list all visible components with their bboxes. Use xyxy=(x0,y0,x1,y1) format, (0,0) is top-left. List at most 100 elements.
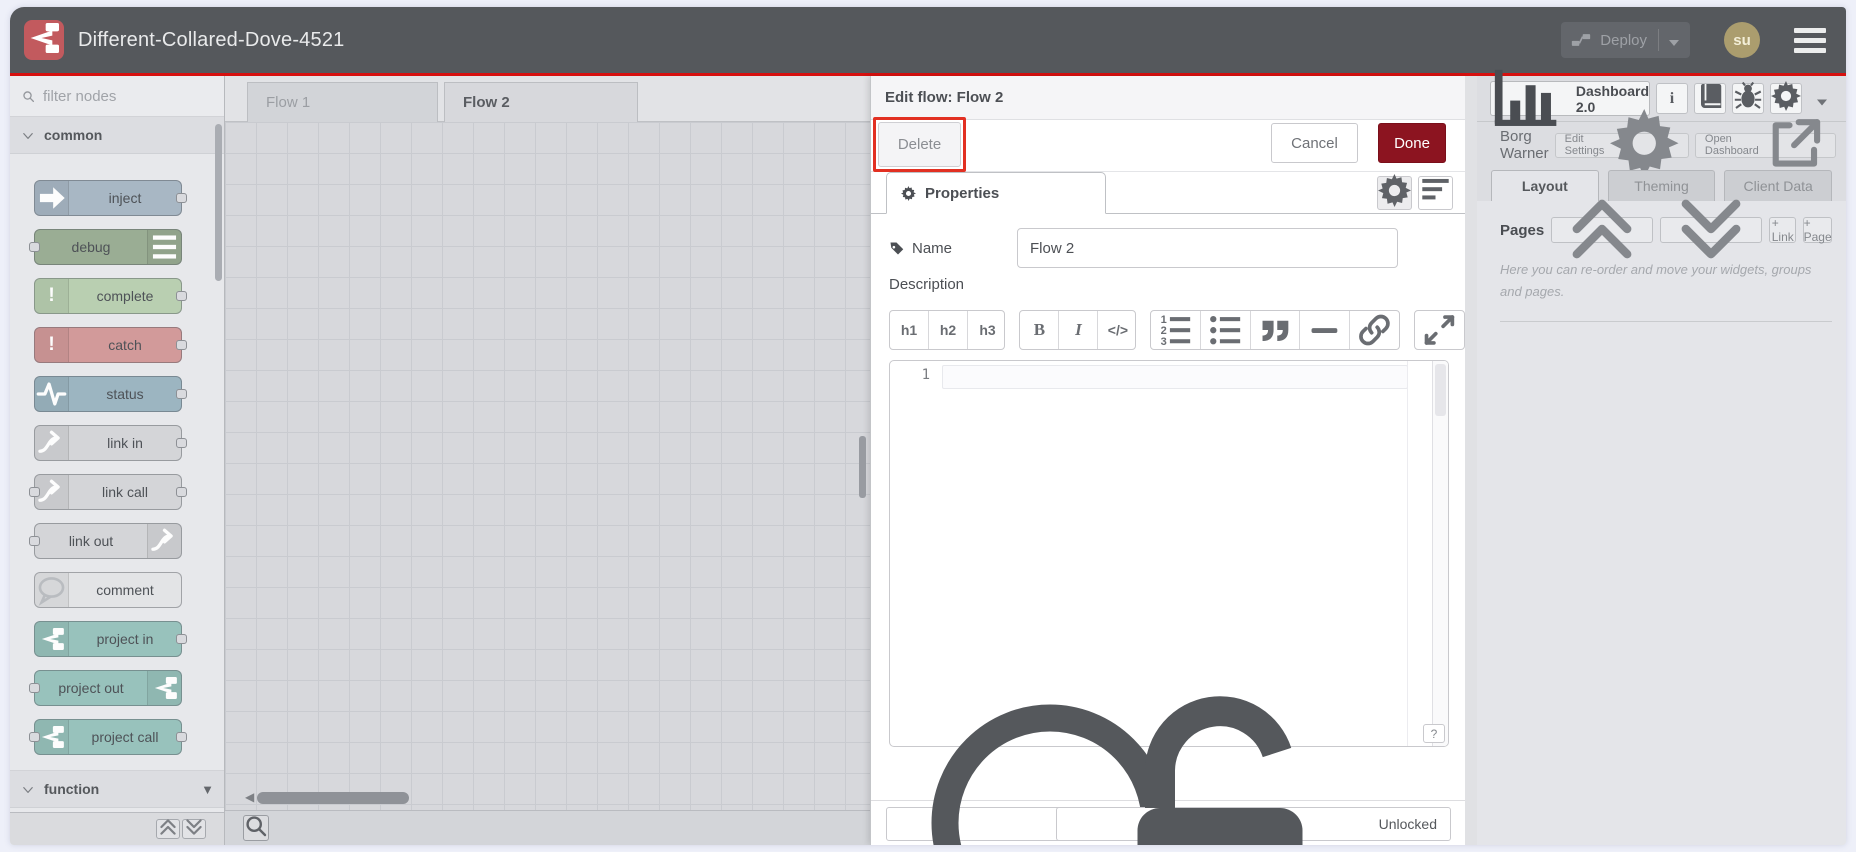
editor-scrollbar[interactable] xyxy=(1432,361,1448,746)
flow-canvas[interactable] xyxy=(225,122,870,810)
sidebar-resize-handle[interactable] xyxy=(1465,76,1477,845)
palette-node-label: link in xyxy=(107,435,143,451)
dialog-tab-row: Properties xyxy=(871,172,1465,214)
palette-node-link-call[interactable]: link call xyxy=(29,474,187,510)
pages-header: Pages + Link + Page xyxy=(1477,199,1846,258)
palette-filter-input[interactable]: filter nodes xyxy=(10,76,224,118)
palette-node-status[interactable]: status xyxy=(34,376,187,412)
palette-node-inject[interactable]: inject xyxy=(34,180,187,216)
gear-icon xyxy=(1771,81,1801,116)
palette-category-function[interactable]: function xyxy=(10,770,224,808)
done-button[interactable]: Done xyxy=(1378,123,1446,163)
node-output-port xyxy=(176,732,187,742)
category-label: function xyxy=(44,781,100,797)
editor-current-line xyxy=(942,365,1408,389)
h3-button[interactable]: h3 xyxy=(968,311,1004,349)
tray-resize-grip[interactable] xyxy=(859,436,866,498)
move-down-button[interactable] xyxy=(1660,199,1763,258)
node-output-port xyxy=(176,193,187,203)
palette-scrollbar-thumb[interactable] xyxy=(215,124,222,281)
scroll-left-icon[interactable]: ◀ xyxy=(245,791,254,804)
palette-node-catch[interactable]: ! catch xyxy=(34,327,187,363)
external-link-icon xyxy=(1765,113,1826,177)
move-up-button[interactable] xyxy=(1551,199,1654,258)
edit-settings-button[interactable]: Edit Settings xyxy=(1554,109,1689,178)
svg-text:3: 3 xyxy=(1160,336,1166,348)
quote-button[interactable] xyxy=(1251,311,1301,349)
editor-help-button[interactable]: ? xyxy=(1423,724,1445,743)
horizontal-scrollbar[interactable]: ◀ xyxy=(225,791,870,804)
main-content: filter nodes common inject debug ! complete… xyxy=(10,70,1846,845)
link-button[interactable] xyxy=(1350,311,1399,349)
bold-button[interactable]: B xyxy=(1020,311,1060,349)
expand-all-button[interactable] xyxy=(182,818,206,839)
zoom-reset-button[interactable] xyxy=(243,815,269,841)
palette-node-debug[interactable]: debug xyxy=(29,229,182,265)
info-icon: i xyxy=(1669,89,1675,107)
palette-node-project-call[interactable]: project call xyxy=(29,719,187,755)
palette-filter-placeholder: filter nodes xyxy=(43,88,117,105)
palette-category-common[interactable]: common xyxy=(10,116,224,154)
debug-tab-button[interactable] xyxy=(1732,81,1764,116)
menu-button[interactable] xyxy=(1794,27,1826,53)
node-output-port xyxy=(176,291,187,301)
open-dashboard-button[interactable]: Open Dashboard xyxy=(1694,118,1836,167)
horizontal-scrollbar-thumb[interactable] xyxy=(257,791,410,804)
palette-node-comment[interactable]: comment xyxy=(34,572,182,608)
bug-icon xyxy=(1733,81,1763,116)
dashboard-header: Borg Warner Edit Settings Open Dashboard xyxy=(1477,109,1846,178)
expand-button[interactable] xyxy=(1415,311,1464,349)
unordered-list-button[interactable] xyxy=(1201,311,1251,349)
project-logo-icon xyxy=(147,671,181,705)
avatar[interactable]: su xyxy=(1724,22,1760,58)
edit-properties-button[interactable] xyxy=(1377,174,1412,210)
edit-flow-dialog: Edit flow: Flow 2 Delete Cancel Done Pro… xyxy=(870,76,1465,845)
search-icon xyxy=(22,90,35,103)
italic-button[interactable]: I xyxy=(1059,311,1099,349)
node-input-port xyxy=(29,242,40,252)
palette-node-complete[interactable]: ! complete xyxy=(34,278,187,314)
palette-node-project-in[interactable]: project in xyxy=(34,621,187,657)
chevron-down-icon xyxy=(22,129,34,141)
palette-node-project-out[interactable]: project out xyxy=(29,670,182,706)
arrow-right-icon xyxy=(35,181,69,215)
add-page-button[interactable]: + Page xyxy=(1803,216,1833,244)
description-toolbar: h1 h2 h3 B I </> 1 2 3 xyxy=(889,310,1465,350)
name-input[interactable]: Flow 2 xyxy=(1017,228,1398,268)
h2-button[interactable]: h2 xyxy=(929,311,968,349)
horizontal-rule-button[interactable] xyxy=(1300,311,1351,349)
config-tab-button[interactable] xyxy=(1770,81,1802,116)
palette-scroll-down-icon: ▼ xyxy=(201,782,214,797)
node-input-port xyxy=(29,487,40,497)
collapse-all-button[interactable] xyxy=(156,818,180,839)
add-link-button[interactable]: + Link xyxy=(1769,216,1797,244)
deploy-options-caret-icon[interactable] xyxy=(1668,35,1680,46)
tab-flow-2[interactable]: Flow 2 xyxy=(444,82,638,122)
node-output-port xyxy=(176,634,187,644)
palette-node-label: comment xyxy=(96,582,154,598)
chevron-down-icon xyxy=(22,783,34,795)
h1-button[interactable]: h1 xyxy=(890,311,929,349)
node-palette: filter nodes common inject debug ! complete… xyxy=(10,76,225,845)
help-tab-button[interactable] xyxy=(1694,83,1726,114)
node-output-port xyxy=(176,389,187,399)
palette-node-link-in[interactable]: link in xyxy=(34,425,187,461)
deploy-nodes-icon xyxy=(1571,32,1591,48)
tab-properties[interactable]: Properties xyxy=(886,172,1106,214)
flow-lock-toggle[interactable]: Unlocked xyxy=(1055,695,1451,845)
divider xyxy=(1500,321,1832,323)
node-output-port xyxy=(176,340,187,350)
sidebar-options-caret-icon[interactable] xyxy=(1816,94,1828,106)
delete-button[interactable]: Delete xyxy=(878,122,961,167)
dialog-button-row: Delete Cancel Done xyxy=(871,117,1465,172)
code-button[interactable]: </> xyxy=(1098,311,1134,349)
node-input-port xyxy=(29,732,40,742)
description-list-button[interactable] xyxy=(1418,176,1453,210)
link-node-icon xyxy=(35,475,69,509)
exclamation-icon: ! xyxy=(35,328,69,362)
cancel-button[interactable]: Cancel xyxy=(1271,123,1358,163)
tab-flow-1[interactable]: Flow 1 xyxy=(247,82,438,122)
palette-node-link-out[interactable]: link out xyxy=(29,523,182,559)
ordered-list-button[interactable]: 123 xyxy=(1151,311,1201,349)
deploy-button[interactable]: Deploy xyxy=(1561,22,1690,58)
